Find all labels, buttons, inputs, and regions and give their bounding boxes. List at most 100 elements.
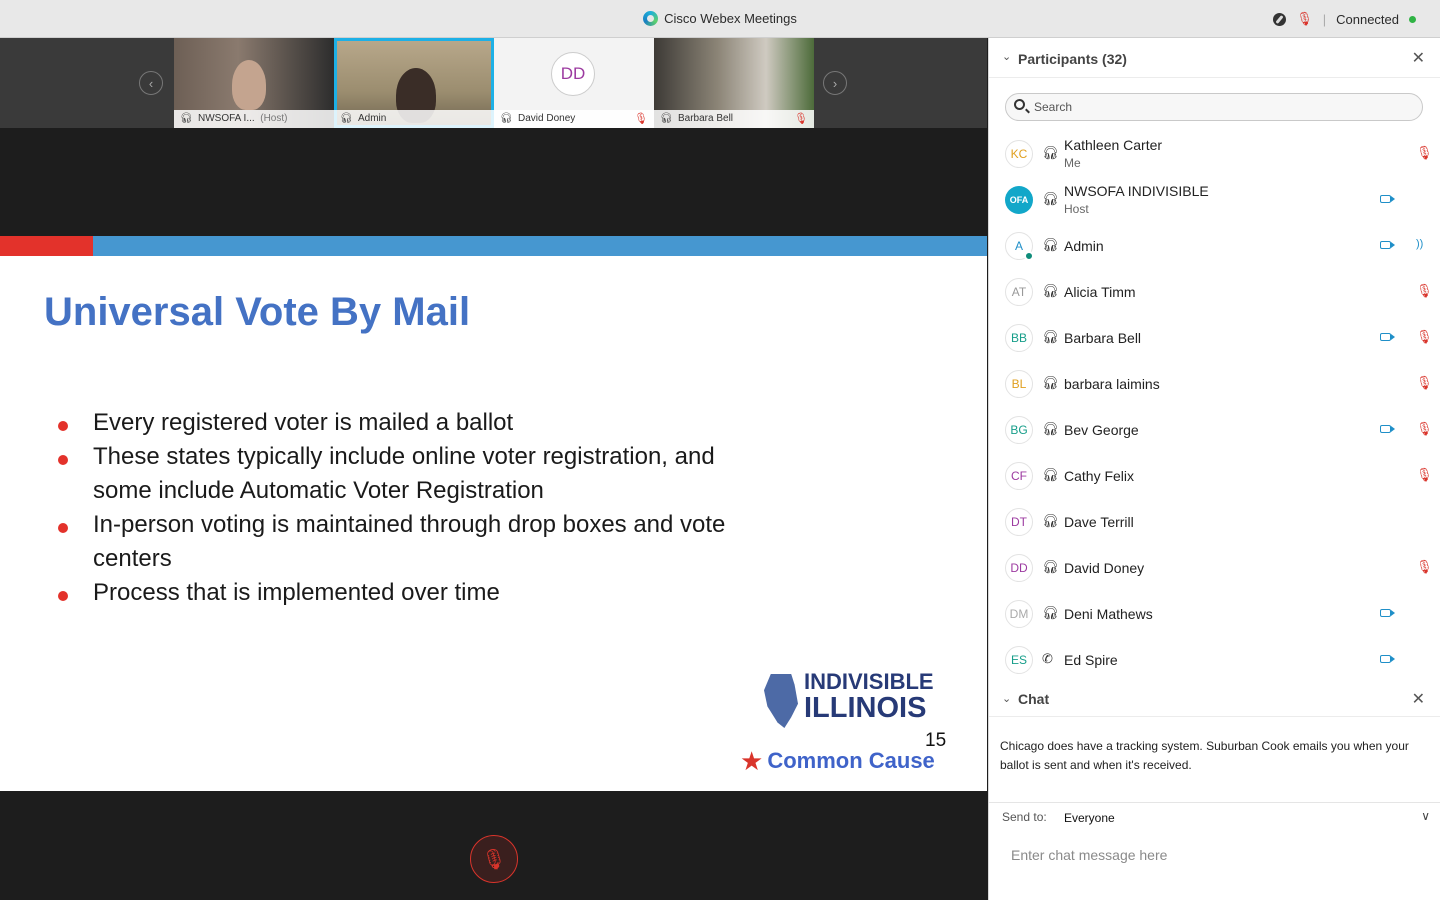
presence-ring-icon [1024, 251, 1034, 261]
chevron-down-icon[interactable]: ⌄ [1002, 692, 1011, 705]
mic-muted-icon[interactable]: 🎙︎ [1296, 11, 1313, 27]
slide-bullet: These states typically include online vo… [56, 440, 756, 508]
title-bar: Cisco Webex Meetings 🎙︎ | Connected [0, 0, 1440, 38]
mic-muted-icon: 🎙︎ [1416, 145, 1433, 160]
participant-row[interactable]: BL 🎧︎ barbara laimins 🎙︎ [989, 361, 1440, 407]
participant-row[interactable]: ES ✆ Ed Spire [989, 637, 1440, 683]
headset-icon: 🎧︎ [180, 113, 193, 124]
headset-icon: 🎧︎ [1042, 145, 1059, 160]
participant-name: Barbara Bell [1064, 330, 1142, 346]
participant-row[interactable]: DT 🎧︎ Dave Terrill [989, 499, 1440, 545]
avatar: DD [551, 52, 595, 96]
participant-list: KC 🎧︎ Kathleen Carter Me 🎙︎ OFA 🎧︎ NWSOFA INDIV… [989, 131, 1440, 683]
video-camera-icon [1380, 241, 1391, 249]
chevron-down-icon[interactable]: ⌄ [1002, 50, 1011, 63]
send-to-select[interactable]: Everyone [1064, 811, 1115, 825]
mic-muted-icon: 🎙︎ [1416, 467, 1433, 482]
headset-icon: 🎧︎ [1042, 605, 1059, 620]
chevron-down-icon[interactable]: ∨ [1421, 809, 1430, 823]
mic-muted-icon: 🎙︎ [1416, 559, 1433, 574]
avatar: ES [1005, 646, 1033, 674]
headset-icon: 🎧︎ [1042, 191, 1059, 206]
headset-icon: 🎧︎ [1042, 375, 1059, 390]
participant-video [232, 60, 266, 110]
participants-title: Participants (32) [1018, 51, 1127, 67]
headset-icon: 🎧︎ [1042, 559, 1059, 574]
headset-icon: 🎧︎ [1042, 467, 1059, 482]
slide-bullet: In-person voting is maintained through d… [56, 508, 756, 576]
avatar: DD [1005, 554, 1033, 582]
speaking-indicator-icon: )) [1416, 238, 1424, 250]
chat-message: Chicago does have a tracking system. Sub… [1000, 739, 1409, 772]
chat-header: ⌄ Chat ✕ [989, 683, 1440, 717]
participant-row[interactable]: OFA 🎧︎ NWSOFA INDIVISIBLE Host [989, 177, 1440, 223]
search-icon [1014, 99, 1025, 110]
participant-name: Kathleen Carter [1064, 137, 1163, 153]
video-camera-icon [1380, 333, 1391, 341]
participant-row[interactable]: CF 🎧︎ Cathy Felix 🎙︎ [989, 453, 1440, 499]
chat-input[interactable] [1011, 844, 1421, 866]
common-cause-logo: ★ Common Cause [740, 746, 935, 776]
participant-name: Cathy Felix [1064, 468, 1135, 484]
video-camera-icon [1380, 609, 1391, 617]
avatar: BG [1005, 416, 1033, 444]
participants-header: ⌄ Participants (32) ✕ [989, 38, 1440, 78]
chat-title: Chat [1018, 691, 1050, 707]
mic-muted-icon: 🎙︎ [1416, 283, 1433, 298]
connection-status: 🎙︎ | Connected [1273, 11, 1416, 27]
filmstrip-prev-button[interactable]: ‹ [139, 71, 163, 95]
close-chat-button[interactable]: ✕ [1412, 689, 1425, 709]
participant-name: Dave Terrill [1064, 514, 1134, 530]
slide-bullet: Process that is implemented over time [56, 576, 756, 610]
avatar: DM [1005, 600, 1033, 628]
video-tile-active[interactable]: 🎧︎ Admin [334, 38, 494, 128]
headset-icon: 🎧︎ [1042, 421, 1059, 436]
slide-bullet: Every registered voter is mailed a ballo… [56, 406, 756, 440]
filmstrip-next-button[interactable]: › [823, 71, 847, 95]
side-panel: ⌄ Participants (32) ✕ KC 🎧︎ Kathleen Carte… [988, 38, 1440, 900]
participant-row[interactable]: KC 🎧︎ Kathleen Carter Me 🎙︎ [989, 131, 1440, 177]
video-tile[interactable]: 🎧︎ NWSOFA I... (Host) [174, 38, 334, 128]
video-tile-label: 🎧︎ David Doney 🎙︎ [494, 110, 654, 128]
unmute-button[interactable]: 🎙︎ [470, 835, 518, 883]
chevron-right-icon: › [832, 75, 838, 91]
headset-icon: 🎧︎ [1042, 329, 1059, 344]
chevron-left-icon: ‹ [148, 75, 154, 91]
headset-icon: 🎧︎ [660, 113, 673, 124]
status-dot-icon [1409, 15, 1416, 23]
close-participants-button[interactable]: ✕ [1412, 48, 1425, 68]
participant-row[interactable]: DM 🎧︎ Deni Mathews [989, 591, 1440, 637]
slide-accent-bar [0, 236, 93, 256]
avatar: CF [1005, 462, 1033, 490]
mic-muted-icon: 🎙︎ [481, 848, 507, 871]
mic-muted-icon: 🎙︎ [1416, 375, 1433, 390]
send-to-label: Send to: [1002, 810, 1047, 824]
slide-title: Universal Vote By Mail [44, 290, 471, 334]
headset-icon: 🎧︎ [1042, 283, 1059, 298]
webex-logo-icon [643, 11, 659, 26]
video-camera-icon [1380, 425, 1391, 433]
participant-row[interactable]: BB 🎧︎ Barbara Bell 🎙︎ [989, 315, 1440, 361]
video-tile[interactable]: 🎧︎ Barbara Bell 🎙︎ [654, 38, 814, 128]
participant-row[interactable]: BG 🎧︎ Bev George 🎙︎ [989, 407, 1440, 453]
participant-name: Admin [1064, 238, 1104, 254]
participant-name: Deni Mathews [1064, 606, 1153, 622]
participant-row[interactable]: A 🎧︎ Admin)) [989, 223, 1440, 269]
compass-icon[interactable] [1273, 12, 1287, 26]
participant-row[interactable]: DD 🎧︎ David Doney 🎙︎ [989, 545, 1440, 591]
mic-muted-icon: 🎙︎ [1416, 421, 1433, 436]
search-input[interactable] [1034, 98, 1414, 116]
status-text: Connected [1336, 11, 1399, 27]
participant-role: Me [1064, 156, 1081, 170]
video-camera-icon [1380, 195, 1391, 203]
avatar: KC [1005, 140, 1033, 168]
headset-icon: 🎧︎ [1042, 237, 1059, 252]
participant-name: David Doney [1064, 560, 1145, 576]
video-tile-label: 🎧︎ Admin [334, 110, 494, 128]
video-tile[interactable]: DD 🎧︎ David Doney 🎙︎ [494, 38, 654, 128]
headset-icon: 🎧︎ [340, 113, 353, 124]
participant-name: NWSOFA INDIVISIBLE [1064, 183, 1209, 199]
participant-name: barbara laimins [1064, 376, 1160, 392]
participant-row[interactable]: AT 🎧︎ Alicia Timm 🎙︎ [989, 269, 1440, 315]
avatar: A [1005, 232, 1034, 261]
